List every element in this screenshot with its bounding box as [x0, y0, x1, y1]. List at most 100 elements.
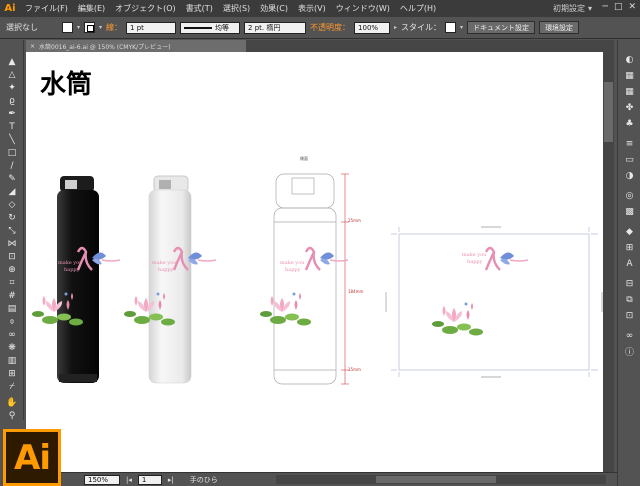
blend-tool-icon[interactable]: ∞: [5, 329, 19, 340]
mesh-tool-icon[interactable]: #: [5, 290, 19, 301]
workspace-switcher[interactable]: 初期設定 ▾: [553, 3, 592, 14]
pathfinder-icon[interactable]: ⧉: [622, 294, 637, 305]
rotate-tool-icon[interactable]: ↻: [5, 212, 19, 223]
opacity-label[interactable]: 不透明度：: [310, 22, 350, 33]
white-bottle-text-1: make you: [152, 260, 177, 266]
stroke-panel-icon[interactable]: ≡: [622, 138, 637, 149]
vertical-scroll-thumb[interactable]: [604, 82, 613, 142]
paintbrush-tool-icon[interactable]: ∕: [5, 160, 19, 171]
vertical-scrollbar[interactable]: [603, 52, 614, 472]
rectangle-tool-icon[interactable]: □: [5, 147, 19, 158]
eyedropper-tool-icon[interactable]: ⌽: [5, 316, 19, 327]
white-bottle-illustration: [124, 175, 218, 384]
stroke-label[interactable]: 線：: [106, 22, 122, 33]
perspective-grid-tool-icon[interactable]: ⌗: [5, 277, 19, 288]
dimension-bottom: 15mm: [348, 367, 361, 372]
pencil-tool-icon[interactable]: ✎: [5, 173, 19, 184]
preferences-button[interactable]: 環境設定: [539, 21, 580, 34]
info-icon[interactable]: ⓘ: [622, 346, 637, 358]
gradient-panel-icon[interactable]: ▭: [622, 154, 637, 165]
chevron-down-icon[interactable]: ▾: [77, 24, 80, 31]
direct-selection-tool-icon[interactable]: △: [5, 69, 19, 80]
artboards-icon[interactable]: ⊞: [622, 242, 637, 253]
menu-edit[interactable]: 編集(E): [73, 3, 110, 14]
style-label: スタイル：: [401, 23, 442, 32]
menu-object[interactable]: オブジェクト(O): [110, 3, 181, 14]
slice-tool-icon[interactable]: ⌿: [5, 381, 19, 392]
width-tool-icon[interactable]: ⋈: [5, 238, 19, 249]
chevron-right-icon[interactable]: ▸: [394, 24, 397, 31]
menu-help[interactable]: ヘルプ(H): [395, 3, 441, 14]
magic-wand-tool-icon[interactable]: ✦: [5, 82, 19, 93]
transparency-icon[interactable]: ◑: [622, 170, 637, 181]
symbol-sprayer-tool-icon[interactable]: ❋: [5, 342, 19, 353]
brushes-icon[interactable]: ✤: [622, 102, 637, 113]
zoom-tool-icon[interactable]: ⚲: [5, 410, 19, 421]
spec-bottle-text-1: make you: [280, 260, 305, 266]
chevron-down-icon[interactable]: ▾: [460, 24, 463, 31]
menu-file[interactable]: ファイル(F): [20, 3, 73, 14]
opacity-value: 100%: [358, 23, 379, 32]
workspace-label: 初期設定: [552, 4, 585, 13]
selection-tool-icon[interactable]: ▲: [5, 56, 19, 67]
zoom-field[interactable]: 150%: [84, 474, 120, 485]
stroke-swatch[interactable]: [84, 22, 96, 33]
menu-view[interactable]: 表示(V): [293, 3, 331, 14]
type-tool-icon[interactable]: T: [5, 121, 19, 132]
color-guide-icon[interactable]: ▦: [622, 70, 637, 81]
scale-tool-icon[interactable]: ⤡: [5, 225, 19, 236]
first-page-icon[interactable]: |◂: [126, 476, 132, 484]
stroke-weight-field[interactable]: 1 pt: [126, 21, 177, 34]
free-transform-tool-icon[interactable]: ⊡: [5, 251, 19, 262]
document-tab[interactable]: × 水筒0016_ai-6.ai @ 150% (CMYK/プレビュー): [26, 40, 246, 52]
transform-icon[interactable]: ⊡: [622, 310, 637, 321]
artboard-canvas[interactable]: 水筒 make you happy make you happy make yo…: [26, 52, 614, 472]
pen-tool-icon[interactable]: ✒: [5, 108, 19, 119]
selection-status: 選択なし: [6, 23, 38, 32]
links-icon[interactable]: ∞: [622, 330, 637, 341]
swatches-icon[interactable]: ▦: [622, 86, 637, 97]
artboard-tool-icon[interactable]: ⊞: [5, 368, 19, 379]
eraser-tool-icon[interactable]: ◇: [5, 199, 19, 210]
align-icon[interactable]: ⊟: [622, 278, 637, 289]
shape-builder-tool-icon[interactable]: ⊕: [5, 264, 19, 275]
menu-effect[interactable]: 効果(C): [255, 3, 293, 14]
stroke-profile-select[interactable]: 均等: [180, 21, 241, 34]
symbols-icon[interactable]: ♣: [622, 118, 637, 129]
horizontal-scroll-thumb[interactable]: [376, 476, 496, 483]
line-tool-icon[interactable]: ╲: [5, 134, 19, 145]
fill-swatch[interactable]: [62, 22, 73, 33]
minimize-button[interactable]: ─: [603, 2, 608, 12]
character-icon[interactable]: A: [622, 258, 637, 269]
blob-brush-tool-icon[interactable]: ◢: [5, 186, 19, 197]
dimension-top: 25mm: [348, 218, 361, 223]
graphic-styles-icon[interactable]: ▩: [622, 206, 637, 217]
opacity-field[interactable]: 100%: [354, 21, 391, 34]
graph-tool-icon[interactable]: ▥: [5, 355, 19, 366]
spec-label: 側面: [300, 156, 308, 161]
artwork: [32, 173, 603, 385]
illustrator-logo-badge: Ai: [3, 429, 61, 486]
document-setup-button[interactable]: ドキュメント設定: [467, 21, 536, 34]
layers-icon[interactable]: ◆: [622, 226, 637, 237]
lasso-tool-icon[interactable]: ϱ: [5, 95, 19, 106]
document-tab-title: 水筒0016_ai-6.ai @ 150% (CMYK/プレビュー): [39, 43, 171, 51]
maximize-button[interactable]: □: [614, 2, 623, 12]
black-bottle-illustration: [32, 176, 122, 383]
menu-type[interactable]: 書式(T): [181, 3, 218, 14]
color-panel-icon[interactable]: ◐: [622, 54, 637, 65]
page-field[interactable]: 1: [137, 474, 162, 485]
zoom-value: 150%: [88, 475, 109, 484]
menu-window[interactable]: ウィンドウ(W): [331, 3, 395, 14]
appearance-icon[interactable]: ◎: [622, 190, 637, 201]
brush-select[interactable]: 2 pt. 楕円: [244, 21, 307, 34]
close-window-button[interactable]: ✕: [628, 2, 636, 12]
horizontal-scrollbar[interactable]: [276, 475, 606, 484]
next-page-icon[interactable]: ▸|: [168, 476, 174, 484]
menu-select[interactable]: 選択(S): [218, 3, 255, 14]
style-swatch[interactable]: [445, 22, 457, 33]
hand-tool-icon[interactable]: ✋: [5, 397, 19, 408]
chevron-down-icon[interactable]: ▾: [99, 24, 102, 31]
gradient-tool-icon[interactable]: ▤: [5, 303, 19, 314]
close-tab-icon[interactable]: ×: [30, 43, 35, 50]
